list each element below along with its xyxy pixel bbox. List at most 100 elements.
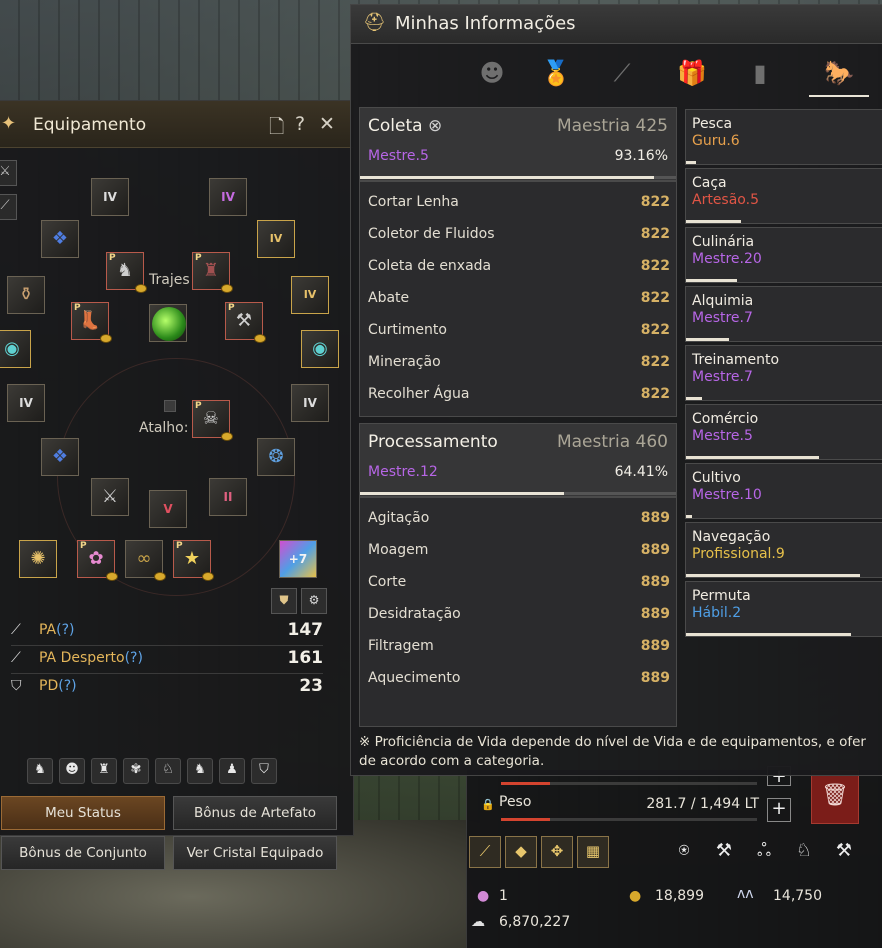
life-skill-card[interactable]: Comércio Mestre.5 bbox=[685, 404, 882, 460]
bar-chart-icon[interactable]: ▮ bbox=[737, 51, 783, 95]
lightstone-slot[interactable]: +7 bbox=[279, 540, 317, 578]
stat-value: 23 bbox=[299, 676, 323, 696]
pet-icon[interactable]: ♘ bbox=[155, 758, 181, 784]
paw-icon[interactable]: ✾ bbox=[123, 758, 149, 784]
atalho-checkbox[interactable] bbox=[164, 400, 176, 412]
sub-weapon-slot[interactable]: V bbox=[149, 490, 187, 528]
settings-gear-icon[interactable]: ⚙ bbox=[301, 588, 327, 614]
trash-icon[interactable]: 🗑 bbox=[811, 770, 859, 824]
crossed-swords-tab-icon[interactable]: ⚔ bbox=[0, 160, 17, 186]
processamento-title: Processamento bbox=[368, 432, 498, 452]
enhance-level-label: IV bbox=[269, 232, 283, 245]
life-skill-card[interactable]: Pesca Guru.6 bbox=[685, 109, 882, 165]
life-skill-card[interactable]: Cultivo Mestre.10 bbox=[685, 463, 882, 519]
close-icon[interactable]: ✕ bbox=[319, 113, 335, 135]
ring-slot-2[interactable]: IV bbox=[291, 276, 329, 314]
armor-toggle-icon[interactable]: ⛊ bbox=[271, 588, 297, 614]
costume-accessory-slot-1[interactable]: P ✿ bbox=[77, 540, 118, 581]
skill-value: 822 bbox=[640, 290, 670, 306]
bonus-conjunto-button[interactable]: Bônus de Conjunto bbox=[1, 836, 165, 870]
telescope-icon[interactable]: ⟋ bbox=[599, 51, 645, 95]
earring-slot-2[interactable]: ❂ bbox=[257, 438, 295, 476]
costume-helmet-slot[interactable]: P ♞ bbox=[106, 252, 147, 293]
grid-icon[interactable]: ▦ bbox=[577, 836, 609, 868]
help-link[interactable]: (?) bbox=[58, 678, 76, 694]
silver-count: 6,870,227 bbox=[499, 914, 571, 930]
life-skill-card[interactable]: Alquimia Mestre.7 bbox=[685, 286, 882, 342]
helmet-slot[interactable]: IV bbox=[91, 178, 129, 216]
necklace-slot[interactable]: ◉ bbox=[0, 330, 31, 368]
ver-cristal-button[interactable]: Ver Cristal Equipado bbox=[173, 836, 337, 870]
weapon-icon: ⚔ bbox=[101, 486, 119, 507]
tool-tab-icon[interactable]: ⟋ bbox=[0, 194, 17, 220]
inventory-window: + 🗑 🔒 Peso 281.7 / 1,494 LT + ⟋ ◆ ✥ ▦ ⍟ … bbox=[466, 766, 882, 948]
equipment-header[interactable]: ✦ Equipamento 🗋 ? ✕ bbox=[0, 101, 353, 148]
life-skill-progress bbox=[686, 633, 851, 636]
stat-label: PA bbox=[39, 622, 57, 638]
life-skill-progress bbox=[686, 220, 741, 223]
mask-icon[interactable]: ☻ bbox=[59, 758, 85, 784]
help-link[interactable]: (?) bbox=[125, 650, 143, 666]
alchemy-stone-slot[interactable] bbox=[149, 304, 187, 342]
skill-name: Moagem bbox=[368, 542, 429, 558]
armor-slot[interactable]: IV bbox=[7, 384, 45, 422]
belt-slot[interactable]: ◉ bbox=[301, 330, 339, 368]
hammer-icon[interactable]: ⚒ bbox=[709, 836, 739, 866]
skill-row: Aquecimento 889 bbox=[368, 664, 670, 696]
costume-weapon-slot[interactable]: P ⚒ bbox=[225, 302, 266, 343]
earring-slot[interactable]: ❖ bbox=[41, 220, 79, 258]
life-skill-card[interactable]: Permuta Hábil.2 bbox=[685, 581, 882, 637]
gem-icon[interactable]: ◆ bbox=[505, 836, 537, 868]
life-skill-name: Permuta bbox=[692, 588, 751, 604]
medal-icon[interactable]: 🏅 bbox=[533, 51, 579, 95]
life-skill-card[interactable]: Treinamento Mestre.7 bbox=[685, 345, 882, 401]
expand-weight-button[interactable]: + bbox=[767, 798, 791, 822]
shield-small-icon[interactable]: ⛉ bbox=[251, 758, 277, 784]
main-weapon-slot[interactable]: ⚔ bbox=[91, 478, 129, 516]
meu-status-button[interactable]: Meu Status bbox=[1, 796, 165, 830]
enhance-level-label: IV bbox=[221, 190, 235, 204]
helm-icon[interactable]: ♜ bbox=[91, 758, 117, 784]
document-icon[interactable]: 🗋 bbox=[269, 113, 284, 145]
ring-slot[interactable]: IV bbox=[257, 220, 295, 258]
life-skill-progress bbox=[686, 456, 819, 459]
horse-icon[interactable]: ♞ bbox=[27, 758, 53, 784]
pearl-icon: ● bbox=[477, 888, 490, 904]
repair-icon[interactable]: ⚒ bbox=[829, 836, 859, 866]
costume-armor-slot[interactable]: IV bbox=[209, 178, 247, 216]
costume-accessory-slot-3[interactable]: P ★ bbox=[173, 540, 214, 581]
processamento-list-card: Agitação 889 Moagem 889 Corte 889 Desidratação… bbox=[359, 497, 677, 727]
bonus-artefato-button[interactable]: Bônus de Artefato bbox=[173, 796, 337, 830]
costume-shoes-slot[interactable]: P 👢 bbox=[71, 302, 112, 343]
mount-icon[interactable]: ♞ bbox=[187, 758, 213, 784]
enhance-level-label: IV bbox=[103, 190, 117, 204]
life-skill-card[interactable]: Culinária Mestre.20 bbox=[685, 227, 882, 283]
wand-icon[interactable]: ⟋ bbox=[469, 836, 501, 868]
helmet-icon: ⛑ bbox=[363, 12, 386, 33]
bag-icon[interactable]: ⍟ bbox=[669, 836, 699, 866]
horse-icon[interactable]: ♘ bbox=[789, 836, 819, 866]
profile-icon[interactable]: ☻ bbox=[469, 51, 515, 95]
person-icon[interactable]: ♟ bbox=[219, 758, 245, 784]
skill-name: Mineração bbox=[368, 354, 441, 370]
info-header[interactable]: ⛑ Minhas Informações bbox=[351, 5, 882, 44]
costume-accessory-slot-2[interactable]: ∞ bbox=[125, 540, 166, 581]
shoes-slot[interactable]: ❖ bbox=[41, 438, 79, 476]
lantern-slot[interactable]: ⚱ bbox=[7, 276, 45, 314]
life-skill-card[interactable]: Caça Artesão.5 bbox=[685, 168, 882, 224]
costume-cloak-slot[interactable]: P ♜ bbox=[192, 252, 233, 293]
artifact-slot[interactable]: ✺ bbox=[19, 540, 57, 578]
skill-name: Aquecimento bbox=[368, 670, 461, 686]
life-skill-icon[interactable]: 🐎 bbox=[809, 51, 869, 97]
awakening-weapon-slot[interactable]: II bbox=[209, 478, 247, 516]
gift-icon[interactable]: 🎁 bbox=[669, 51, 715, 95]
swirl-icon[interactable]: ஃ bbox=[749, 836, 779, 866]
gloves-slot[interactable]: IV bbox=[291, 384, 329, 422]
processamento-progress-fill bbox=[360, 492, 564, 495]
costume-underwear-slot[interactable]: P ☠ bbox=[192, 400, 233, 441]
skill-value: 822 bbox=[640, 194, 670, 210]
auto-arrange-icon[interactable]: ✥ bbox=[541, 836, 573, 868]
help-icon[interactable]: ? bbox=[295, 113, 305, 135]
life-skill-card[interactable]: Navegação Profissional.9 bbox=[685, 522, 882, 578]
help-link[interactable]: (?) bbox=[56, 622, 74, 638]
